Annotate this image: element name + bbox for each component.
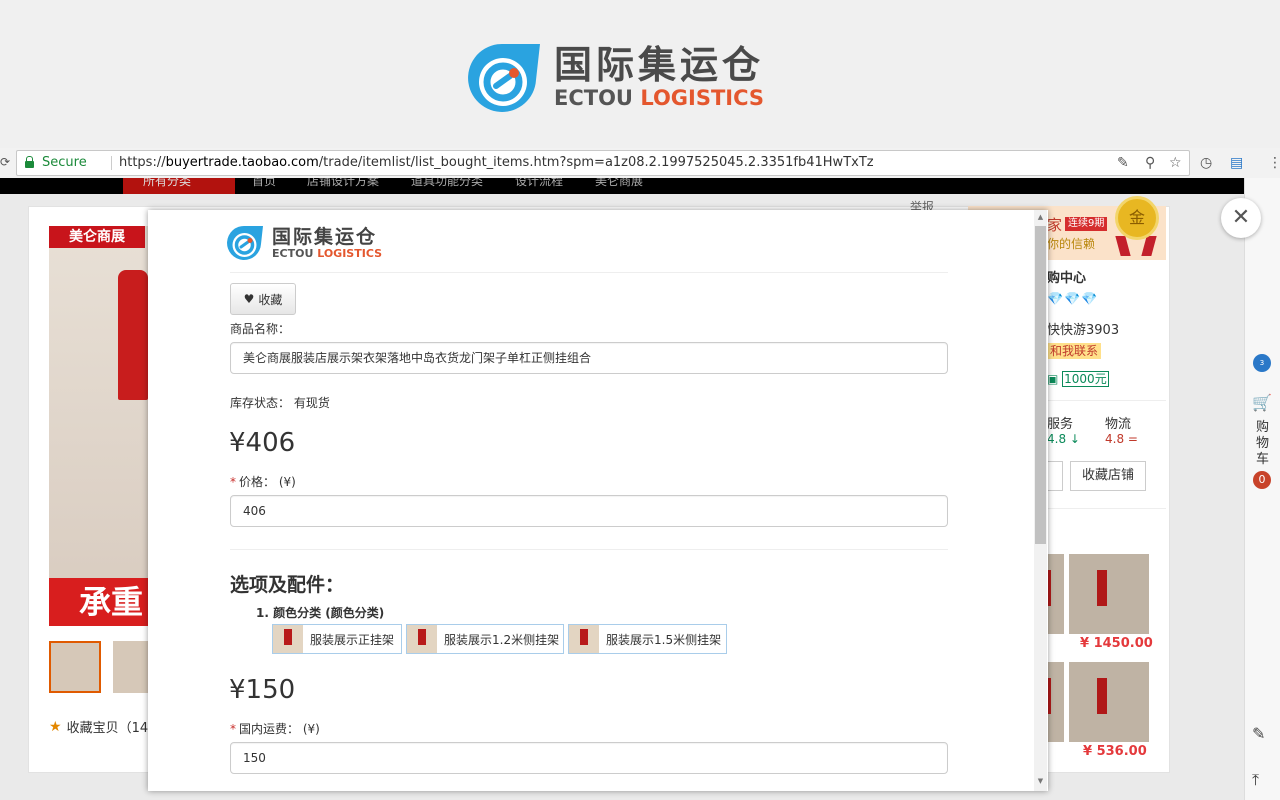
secure-label: Secure xyxy=(42,155,87,170)
stock-status: 库存状态： 有现货 xyxy=(230,396,330,410)
product-redbar-text: 承重 xyxy=(49,578,149,626)
product-name-label: 商品名称： xyxy=(230,322,291,336)
product-import-modal: 国际集运仓 ECTOU LOGISTICS ♥ 收藏 商品名称： 美仑商展服装店展… xyxy=(148,210,1048,791)
extension-clock-icon[interactable]: ◷ xyxy=(1200,151,1212,175)
address-bar[interactable]: Secure https://buyertrade.taobao.com/tra… xyxy=(16,150,1190,176)
option-thumbnail xyxy=(273,625,303,653)
scrollbar-thumb[interactable] xyxy=(1035,226,1046,544)
modal-logo-cn: 国际集运仓 xyxy=(272,225,378,248)
close-icon: ✕ xyxy=(1231,205,1251,230)
option-swatch[interactable]: 服装展示正挂架 xyxy=(272,624,402,654)
nav-item-props[interactable]: 道具功能分类 xyxy=(411,178,483,189)
recommend-price: ¥ 1450.00 xyxy=(1080,636,1153,651)
edit-icon[interactable]: ✎ xyxy=(1252,724,1265,743)
option-group-label: 1. 颜色分类 (颜色分类) xyxy=(256,606,385,620)
url-text[interactable]: https://buyertrade.taobao.com/trade/item… xyxy=(119,151,874,175)
product-thumbnail[interactable] xyxy=(113,641,149,693)
nav-item-process[interactable]: 设计流程 xyxy=(515,178,563,189)
logo-mark-icon xyxy=(466,40,542,116)
service-score: 4.8 ↓ xyxy=(1047,432,1080,446)
cart-count-badge: 0 xyxy=(1253,471,1271,489)
nav-item-design[interactable]: 店铺设计方案 xyxy=(307,178,379,189)
shipping-input[interactable]: 150 xyxy=(230,742,948,774)
logistics-label: 物流 xyxy=(1105,417,1132,432)
service-label: 服务 xyxy=(1047,417,1074,432)
shipping-label: * 国内运费： (¥) xyxy=(230,722,320,736)
scroll-up-icon[interactable]: ▲ xyxy=(1034,213,1047,221)
scroll-down-icon[interactable]: ▼ xyxy=(1034,777,1047,785)
option-thumbnail xyxy=(569,625,599,653)
logo-cn-text: 国际集运仓 xyxy=(554,43,765,87)
browser-toolbar: ⟳ Secure https://buyertrade.taobao.com/t… xyxy=(0,148,1280,179)
close-modal-button[interactable]: ✕ xyxy=(1221,198,1261,238)
lock-icon xyxy=(25,155,34,168)
menu-icon[interactable]: ⋮ xyxy=(1268,151,1280,175)
ectou-logo: 国际集运仓 ECTOU LOGISTICS xyxy=(466,40,764,116)
reload-icon[interactable]: ⟳ xyxy=(0,155,10,169)
recommend-image[interactable] xyxy=(1069,554,1149,634)
nav-item-all[interactable]: 所有分类 xyxy=(143,178,191,189)
shop-trust: 你的信赖 xyxy=(1047,237,1096,251)
deposit-badge: ▣ 1000元 xyxy=(1047,371,1109,387)
logistics-score: 4.8 = xyxy=(1105,432,1138,446)
gold-medal-icon: 金 xyxy=(1115,196,1159,240)
shipping-display: ¥150 xyxy=(229,675,296,705)
favorite-button[interactable]: ♥ 收藏 xyxy=(230,283,296,315)
extension-blocked-icon[interactable]: ✎ xyxy=(1117,151,1129,175)
notification-badge[interactable]: 3 xyxy=(1253,354,1271,372)
seller-name[interactable]: 快快游3903 xyxy=(1047,319,1119,338)
price-label: * 价格： (¥) xyxy=(230,475,296,489)
back-to-top-icon[interactable]: ⤒ xyxy=(1252,770,1259,790)
price-input[interactable]: 406 xyxy=(230,495,948,527)
option-thumbnail xyxy=(407,625,437,653)
logo-mark-icon xyxy=(226,224,264,262)
star-icon: ★ xyxy=(49,718,62,735)
option-swatch[interactable]: 服装展示1.2米侧挂架 xyxy=(406,624,564,654)
cart-icon[interactable]: 🛒 xyxy=(1252,393,1272,412)
options-section-title: 选项及配件： xyxy=(230,574,345,596)
product-thumbnail[interactable] xyxy=(49,641,101,693)
extension-list-icon[interactable]: ▤ xyxy=(1230,151,1243,175)
nav-item-home[interactable]: 首页 xyxy=(252,178,276,189)
product-name-input[interactable]: 美仑商展服装店展示架衣架落地中岛衣货龙门架子单杠正侧挂组合 xyxy=(230,342,948,374)
logo-en-a: ECTOU xyxy=(554,86,633,110)
dress-image xyxy=(118,270,148,400)
right-toolbar xyxy=(1244,178,1280,800)
store-banner-label: 美仑商展 xyxy=(49,226,145,248)
shop-tag: 连续9期 xyxy=(1065,217,1108,231)
diamond-rating-icon: 💎💎💎 xyxy=(1047,292,1099,307)
recommend-price: ¥ 536.00 xyxy=(1083,744,1147,759)
nav-item-brand[interactable]: 美仑商展 xyxy=(595,178,643,189)
paint-icon[interactable]: ⚲ xyxy=(1145,151,1155,175)
modal-logo: 国际集运仓 ECTOU LOGISTICS xyxy=(226,224,382,262)
shop-center: 购中心 xyxy=(1047,271,1087,286)
cart-label[interactable]: 购物车 xyxy=(1256,420,1270,468)
price-display: ¥406 xyxy=(229,428,296,458)
option-swatch[interactable]: 服装展示1.5米侧挂架 xyxy=(568,624,727,654)
bookmark-star-icon[interactable]: ☆ xyxy=(1169,151,1182,175)
logo-en-b: LOGISTICS xyxy=(640,86,765,110)
heart-icon: ♥ xyxy=(243,292,255,306)
contact-seller-button[interactable]: 和我联系 xyxy=(1047,343,1102,359)
favorite-shop-button[interactable]: 收藏店铺 xyxy=(1070,461,1146,491)
recommend-image[interactable] xyxy=(1069,662,1149,742)
shop-title-fragment: 家 xyxy=(1047,216,1063,234)
store-navbar: 所有分类 首页 店铺设计方案 道具功能分类 设计流程 美仑商展 xyxy=(0,178,1244,194)
logo-banner: 国际集运仓 ECTOU LOGISTICS xyxy=(0,0,1280,148)
